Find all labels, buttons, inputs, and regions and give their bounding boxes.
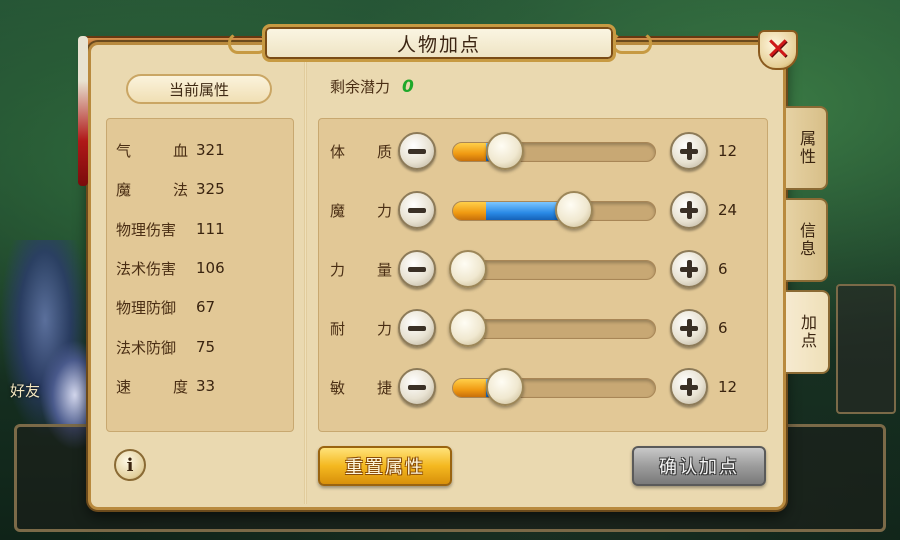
stat-value: 111 [196, 220, 225, 238]
tassel-ornament-icon [78, 36, 88, 186]
attribute-value: 12 [718, 378, 738, 396]
attribute-label: 耐力 [330, 320, 392, 338]
plus-icon [680, 142, 698, 160]
slider-knob[interactable] [486, 368, 525, 406]
plus-icon [680, 260, 698, 278]
minus-icon [408, 384, 426, 390]
side-tab-label: 属性 [797, 130, 816, 166]
remaining-potential-value: 0 [402, 76, 414, 97]
increase-button[interactable] [670, 368, 708, 406]
stat-label: 法术防御 [116, 338, 177, 357]
remaining-potential: 剩余潜力 0 [330, 76, 414, 97]
title-plate: 人物加点 [262, 24, 616, 62]
background-side-panel [836, 284, 896, 414]
close-button[interactable]: ✕ [758, 30, 798, 70]
info-icon: i [126, 454, 134, 476]
slider-knob[interactable] [449, 250, 488, 288]
attribute-slider-track[interactable] [452, 142, 656, 162]
stat-value: 75 [196, 338, 216, 356]
increase-button[interactable] [670, 309, 708, 347]
attribute-label: 体质 [330, 143, 392, 161]
dialog-title: 人物加点 [396, 33, 481, 56]
stat-label: 法术伤害 [116, 259, 177, 278]
slider-base-fill [453, 202, 486, 220]
attribute-value: 24 [718, 201, 738, 219]
close-icon: ✕ [765, 32, 791, 67]
stat-row-mp: 魔法 325 [116, 177, 225, 201]
minus-icon [408, 266, 426, 272]
side-tab-add-points[interactable]: 加点 [786, 290, 830, 374]
stat-label: 气血 [116, 141, 188, 160]
friend-label[interactable]: 好友 [10, 380, 40, 401]
plus-icon [680, 319, 698, 337]
attribute-label: 魔力 [330, 202, 392, 220]
column-divider [304, 62, 307, 504]
minus-icon [408, 207, 426, 213]
attribute-value: 6 [718, 260, 728, 278]
side-tab-label: 加点 [798, 314, 817, 350]
decrease-button[interactable] [398, 250, 436, 288]
decrease-button[interactable] [398, 191, 436, 229]
decrease-button[interactable] [398, 132, 436, 170]
attribute-value: 6 [718, 319, 728, 337]
stat-value: 67 [196, 298, 216, 316]
side-tab-attributes[interactable]: 属性 [786, 106, 828, 190]
stat-label: 速度 [116, 377, 188, 396]
plus-icon [680, 201, 698, 219]
confirm-points-button[interactable]: 确认加点 [632, 446, 766, 486]
stat-row-physical-damage: 物理伤害 111 [116, 217, 225, 241]
stat-label: 物理防御 [116, 298, 177, 317]
attribute-row: 魔力 24 [330, 190, 750, 230]
slider-knob[interactable] [449, 309, 488, 347]
plus-icon [680, 378, 698, 396]
minus-icon [408, 148, 426, 154]
attribute-row: 耐力 6 [330, 308, 750, 348]
stat-value: 325 [196, 180, 225, 198]
attribute-label: 力量 [330, 261, 392, 279]
stat-value: 33 [196, 377, 216, 395]
stat-row-physical-defense: 物理防御 67 [116, 295, 215, 319]
stat-label: 魔法 [116, 180, 188, 199]
decrease-button[interactable] [398, 309, 436, 347]
attribute-row: 体质 12 [330, 131, 750, 171]
stat-value: 321 [196, 141, 225, 159]
attribute-value: 12 [718, 142, 738, 160]
minus-icon [408, 325, 426, 331]
info-button[interactable]: i [114, 449, 146, 481]
attribute-row: 敏捷 12 [330, 367, 750, 407]
slider-knob[interactable] [486, 132, 525, 170]
title-scroll-right-icon [612, 30, 652, 54]
stat-row-speed: 速度 33 [116, 374, 215, 398]
slider-knob[interactable] [555, 191, 594, 229]
current-attributes-tab[interactable]: 当前属性 [126, 74, 272, 104]
decrease-button[interactable] [398, 368, 436, 406]
attribute-slider-track[interactable] [452, 201, 656, 221]
slider-base-fill [453, 143, 486, 161]
increase-button[interactable] [670, 132, 708, 170]
remaining-potential-label: 剩余潜力 [330, 78, 391, 96]
stat-label: 物理伤害 [116, 220, 177, 239]
attribute-slider-track[interactable] [452, 378, 656, 398]
attribute-label: 敏捷 [330, 379, 392, 397]
slider-base-fill [453, 379, 486, 397]
side-tab-info[interactable]: 信息 [786, 198, 828, 282]
stat-row-hp: 气血 321 [116, 138, 225, 162]
side-tab-label: 信息 [797, 222, 816, 258]
increase-button[interactable] [670, 191, 708, 229]
stat-value: 106 [196, 259, 225, 277]
stat-row-magic-defense: 法术防御 75 [116, 335, 215, 359]
attribute-row: 力量 6 [330, 249, 750, 289]
increase-button[interactable] [670, 250, 708, 288]
reset-attributes-button[interactable]: 重置属性 [318, 446, 452, 486]
stat-row-magic-damage: 法术伤害 106 [116, 256, 225, 280]
